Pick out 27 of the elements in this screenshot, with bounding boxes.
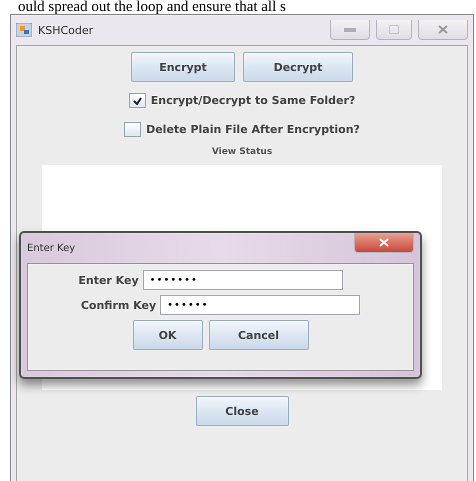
dialog-button[interactable]: OK [132, 320, 202, 350]
minimize-button[interactable] [330, 20, 370, 40]
maximize-icon [389, 25, 399, 34]
field-label: Confirm Key [80, 298, 156, 312]
key-field[interactable]: •••••• [160, 295, 360, 315]
key-field[interactable]: ••••••• [142, 270, 343, 290]
checkbox[interactable] [128, 93, 146, 108]
check-icon [132, 96, 142, 104]
checkbox-label: Encrypt/Decrypt to Same Folder? [150, 94, 356, 107]
maximize-button[interactable] [376, 20, 412, 40]
checkbox[interactable] [124, 122, 142, 137]
checkbox-label: Delete Plain File After Encryption? [146, 123, 360, 136]
status-label: View Status [212, 147, 272, 157]
action-button[interactable]: Encrypt [131, 52, 235, 82]
minimize-icon [344, 28, 356, 32]
close-icon [379, 238, 389, 247]
dialog-button[interactable]: Cancel [208, 320, 308, 350]
close-icon [438, 25, 448, 34]
app-icon [16, 23, 32, 37]
window-title: KSHCoder [38, 24, 94, 36]
close-window-button[interactable]: Close [196, 396, 288, 426]
dialog-title: Enter Key [27, 242, 76, 254]
action-button[interactable]: Decrypt [243, 52, 353, 82]
field-label: Enter Key [78, 274, 139, 286]
dialog-close-button[interactable] [354, 233, 414, 253]
close-button[interactable] [418, 20, 468, 40]
document-text: ould spread out the loop and ensure that all s [17, 0, 287, 14]
